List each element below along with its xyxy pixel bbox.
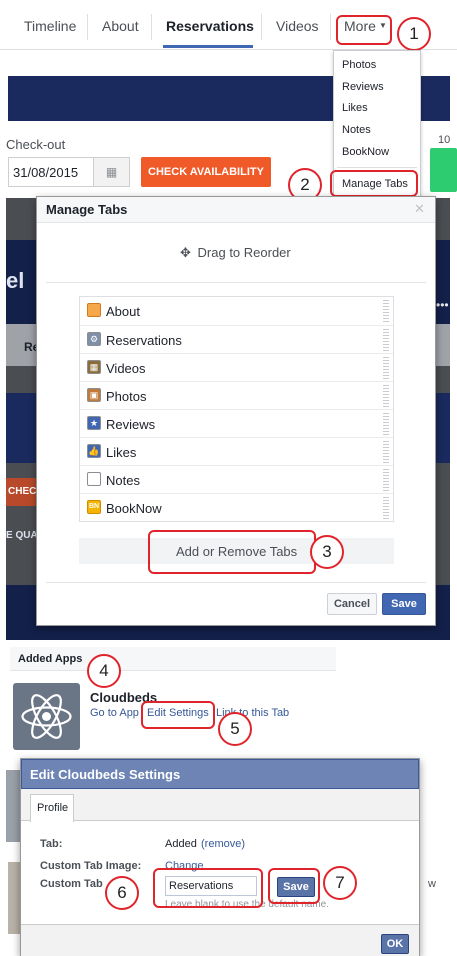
note-icon xyxy=(87,472,101,486)
sortable-tab-label: Photos xyxy=(106,389,147,404)
drag-handle-icon[interactable] xyxy=(383,385,389,407)
custom-name-label: Custom Tab xyxy=(40,878,103,890)
remove-link[interactable]: (remove) xyxy=(201,838,245,850)
tab-divider xyxy=(151,14,152,40)
sortable-tab-label: Videos xyxy=(106,361,146,376)
tab-field-value: Added xyxy=(165,838,197,850)
sortable-tab-row[interactable]: ★ Reviews xyxy=(80,409,393,437)
annotation-box-save-name xyxy=(268,868,320,904)
dialog-footer-divider xyxy=(46,582,426,583)
tab-timeline[interactable]: Timeline xyxy=(24,18,76,34)
drag-handle-icon[interactable] xyxy=(383,441,389,463)
bg-options-icon: ••• xyxy=(436,298,449,312)
annotation-number-1: 1 xyxy=(397,17,431,51)
dropdown-item-booknow[interactable]: BookNow xyxy=(342,146,389,158)
annotation-number-6: 6 xyxy=(105,876,139,910)
checkout-date-input[interactable]: 31/08/2015 ▦ xyxy=(8,157,130,187)
edge-number: 10 xyxy=(438,134,451,146)
drag-hint: ✥ Drag to Reorder xyxy=(180,245,291,261)
thumbs-up-icon: 👍 xyxy=(87,444,101,458)
sortable-tab-row[interactable]: ⚙ Reservations xyxy=(80,325,393,353)
drag-area-divider xyxy=(46,282,426,283)
edit-settings-title: Edit Cloudbeds Settings xyxy=(30,767,181,782)
tab-divider xyxy=(330,14,331,40)
move-icon: ✥ xyxy=(180,245,191,260)
dropdown-item-likes[interactable]: Likes xyxy=(342,102,368,114)
atom-icon xyxy=(21,694,72,739)
cloudbeds-logo xyxy=(13,683,80,750)
cancel-button[interactable]: Cancel xyxy=(327,593,377,615)
annotation-number-5: 5 xyxy=(218,712,252,746)
manage-tabs-title: Manage Tabs xyxy=(46,202,128,217)
edit-settings-footer xyxy=(21,924,419,956)
custom-image-label: Custom Tab Image: xyxy=(40,860,142,872)
tab-about[interactable]: About xyxy=(102,18,139,34)
bg-check-fragment: CHEC xyxy=(8,486,37,497)
drag-handle-icon[interactable] xyxy=(383,357,389,379)
added-apps-heading: Added Apps xyxy=(18,653,83,665)
close-icon[interactable]: ✕ xyxy=(414,201,425,217)
annotation-box-edit-settings xyxy=(141,701,215,729)
sortable-tab-label: Likes xyxy=(106,445,137,460)
active-tab-indicator xyxy=(163,45,253,48)
photo-icon: ▣ xyxy=(87,388,101,402)
dropdown-divider xyxy=(337,167,417,168)
tab-divider xyxy=(261,14,262,40)
tab-field-label: Tab: xyxy=(40,838,63,850)
drag-handle-icon[interactable] xyxy=(383,300,389,322)
annotation-number-7: 7 xyxy=(323,866,357,900)
check-availability-button[interactable]: CHECK AVAILABILITY xyxy=(141,157,271,187)
sortable-tab-row[interactable]: Notes xyxy=(80,465,393,493)
dropdown-item-notes[interactable]: Notes xyxy=(342,124,371,136)
sortable-tab-row[interactable]: 👍 Likes xyxy=(80,437,393,465)
sortable-tab-row[interactable]: BN BookNow xyxy=(80,493,393,521)
drag-hint-label: Drag to Reorder xyxy=(197,245,291,260)
save-button[interactable]: Save xyxy=(382,593,426,615)
annotation-box-custom-name xyxy=(153,868,263,908)
annotation-number-3: 3 xyxy=(310,535,344,569)
sortable-tab-label: BookNow xyxy=(106,501,162,516)
sortable-tab-row[interactable]: About xyxy=(80,297,393,325)
booknow-icon: BN xyxy=(87,500,101,514)
bg-left-thumb xyxy=(8,862,20,934)
about-icon xyxy=(87,303,101,317)
star-icon: ★ xyxy=(87,416,101,430)
drag-handle-icon[interactable] xyxy=(383,329,389,351)
drag-handle-icon[interactable] xyxy=(383,413,389,435)
annotation-number-4: 4 xyxy=(87,654,121,688)
drag-handle-icon[interactable] xyxy=(383,469,389,491)
tab-reservations[interactable]: Reservations xyxy=(166,18,254,34)
bg-letter: el xyxy=(6,268,25,293)
tab-profile[interactable]: Profile xyxy=(30,794,74,822)
green-edge-button xyxy=(430,148,457,192)
settings-tab-strip xyxy=(21,789,419,821)
annotation-box-more xyxy=(336,15,392,45)
sortable-tab-row[interactable]: ▦ Videos xyxy=(80,353,393,381)
sortable-tab-row[interactable]: ▣ Photos xyxy=(80,381,393,409)
tab-profile-label: Profile xyxy=(37,802,69,814)
dropdown-item-photos[interactable]: Photos xyxy=(342,59,376,71)
tab-videos[interactable]: Videos xyxy=(276,18,319,34)
ok-button[interactable]: OK xyxy=(381,934,409,954)
bg-left-thumb xyxy=(6,770,20,842)
calendar-icon[interactable]: ▦ xyxy=(93,158,129,186)
annotation-box-manage-tabs xyxy=(330,170,418,197)
annotation-box-add-remove xyxy=(148,530,316,574)
sortable-tab-label: Reservations xyxy=(106,333,182,348)
checkout-date-value: 31/08/2015 xyxy=(13,165,79,180)
checkout-label: Check-out xyxy=(6,137,66,152)
drag-handle-icon[interactable] xyxy=(383,497,389,519)
gear-icon: ⚙ xyxy=(87,332,101,346)
bg-edge-letter: w xyxy=(428,878,436,890)
sortable-tab-label: Notes xyxy=(106,473,140,488)
film-icon: ▦ xyxy=(87,360,101,374)
sortable-tab-label: Reviews xyxy=(106,417,156,432)
sortable-tab-label: About xyxy=(106,304,140,319)
tab-divider xyxy=(87,14,88,40)
go-to-app-link[interactable]: Go to App xyxy=(90,707,139,719)
dropdown-item-reviews[interactable]: Reviews xyxy=(342,81,384,93)
